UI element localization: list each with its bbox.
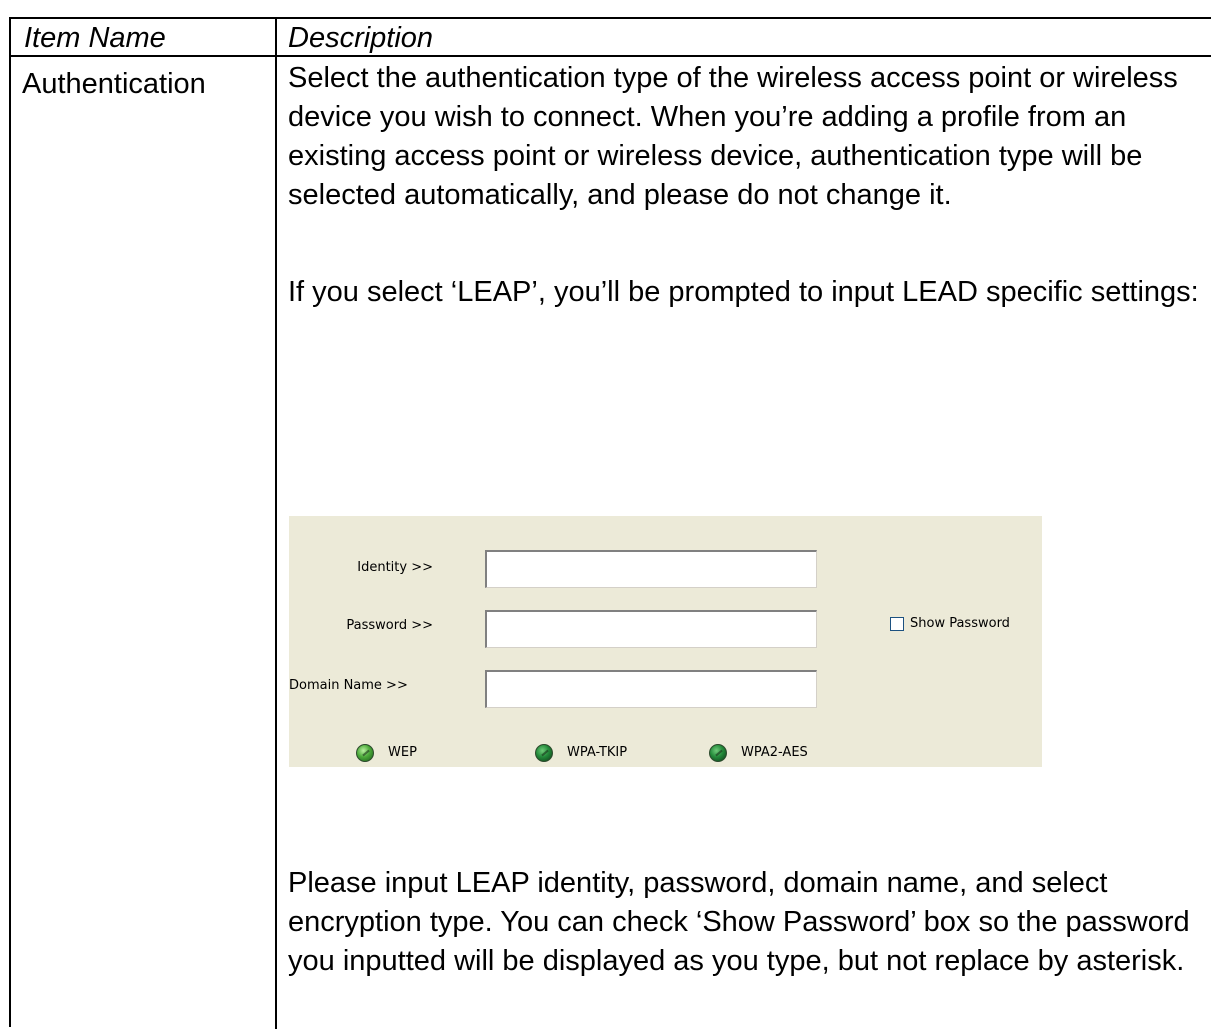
encryption-label-wpa2-aes: WPA2-AES xyxy=(741,745,808,760)
document-table: Item Name Description Authentication Sel… xyxy=(9,17,1211,1029)
table-header-row: Item Name Description xyxy=(11,19,1211,57)
password-input[interactable] xyxy=(485,610,817,648)
domain-name-input[interactable] xyxy=(485,670,817,708)
item-name-authentication: Authentication xyxy=(22,68,206,100)
description-paragraph: If you select ‘LEAP’, you’ll be prompted… xyxy=(288,276,1199,308)
encryption-label-wep: WEP xyxy=(388,745,417,760)
encryption-option-wpa2-aes[interactable]: WPA2-AES xyxy=(709,744,808,762)
show-password-toggle[interactable]: Show Password xyxy=(890,616,1010,632)
show-password-label: Show Password xyxy=(910,616,1010,631)
domain-name-label: Domain Name >> xyxy=(289,678,408,693)
description-paragraph: Please input LEAP identity, password, do… xyxy=(288,867,1190,977)
show-password-checkbox[interactable] xyxy=(890,617,904,631)
encryption-label-wpa-tkip: WPA-TKIP xyxy=(567,745,628,760)
identity-label: Identity >> xyxy=(357,560,433,575)
radio-icon[interactable] xyxy=(356,744,374,762)
encryption-option-wpa-tkip[interactable]: WPA-TKIP xyxy=(535,744,627,762)
column-divider xyxy=(275,19,277,1029)
password-label: Password >> xyxy=(346,618,433,633)
description-paragraph: Select the authentication type of the wi… xyxy=(288,62,1178,211)
encryption-option-wep[interactable]: WEP xyxy=(356,744,417,762)
header-item-name: Item Name xyxy=(24,22,166,54)
identity-input[interactable] xyxy=(485,550,817,588)
radio-icon[interactable] xyxy=(709,744,727,762)
header-description: Description xyxy=(288,22,434,54)
radio-icon[interactable] xyxy=(535,744,553,762)
leap-settings-panel: Identity >> Password >> Domain Name >> S… xyxy=(289,516,1042,767)
